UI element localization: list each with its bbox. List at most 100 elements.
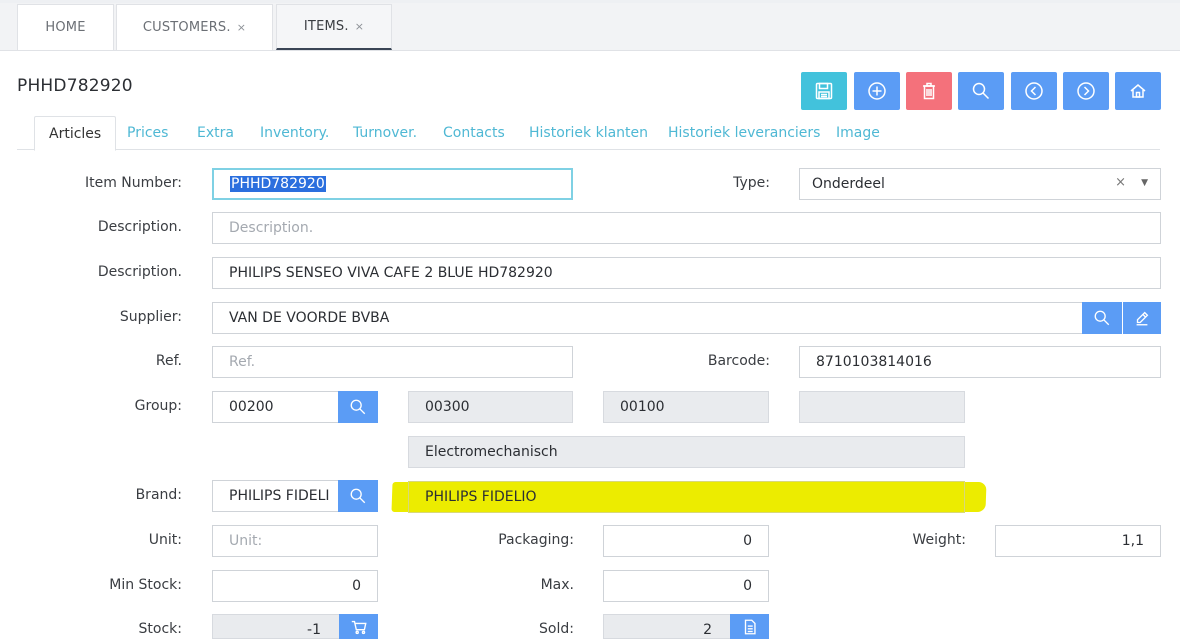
max-label: Max. — [540, 577, 574, 593]
brand-name-value: PHILIPS FIDELIO — [425, 489, 537, 505]
packaging-value: 0 — [743, 533, 752, 549]
tab-home[interactable]: HOME — [17, 4, 114, 50]
home-icon — [1130, 84, 1146, 98]
barcode-input[interactable]: 8710103814016 — [799, 346, 1161, 378]
weight-label: Weight: — [912, 532, 967, 548]
min-stock-input[interactable]: 0 — [212, 570, 378, 602]
sold-value: 2 — [703, 622, 712, 638]
edit-icon — [1136, 311, 1149, 326]
previous-icon — [1025, 82, 1043, 100]
group-name-value: Electromechanisch — [425, 444, 558, 460]
brand-input[interactable]: PHILIPS FIDELI — [212, 480, 339, 512]
min-stock-value: 0 — [352, 578, 361, 594]
weight-value: 1,1 — [1121, 533, 1144, 549]
unit-input[interactable]: Unit: — [212, 525, 378, 557]
unit-placeholder: Unit: — [229, 533, 263, 549]
description-2-input[interactable]: PHILIPS SENSEO VIVA CAFE 2 BLUE HD782920 — [212, 257, 1161, 289]
barcode-value: 8710103814016 — [816, 354, 932, 370]
tab-items-label: ITEMS. — [303, 19, 349, 34]
delete-icon — [923, 82, 935, 100]
ref-input[interactable]: Ref. — [212, 346, 573, 378]
supplier-input[interactable]: VAN DE VOORDE BVBA — [212, 302, 1083, 334]
tab-customers[interactable]: CUSTOMERS. × — [116, 4, 273, 50]
tab-extra[interactable]: Extra — [197, 116, 234, 150]
next-icon — [1077, 82, 1095, 100]
group-sub1-value: 00300 — [425, 399, 470, 415]
group-label: Group: — [134, 398, 182, 414]
tab-items[interactable]: ITEMS. × — [276, 4, 392, 50]
description-input[interactable]: Description. — [212, 212, 1161, 244]
tab-home-label: HOME — [45, 20, 86, 35]
tab-historiek-klanten[interactable]: Historiek klanten — [529, 116, 648, 150]
home-button[interactable] — [1115, 72, 1161, 110]
type-label: Type: — [733, 175, 770, 191]
ref-placeholder: Ref. — [229, 354, 256, 370]
tab-articles[interactable]: Articles — [34, 116, 117, 151]
add-button[interactable] — [854, 72, 900, 110]
type-value: Onderdeel — [812, 176, 885, 192]
group-value: 00200 — [229, 399, 274, 415]
brand-label: Brand: — [135, 487, 182, 503]
packaging-input[interactable]: 0 — [603, 525, 769, 557]
group-sub2-value: 00100 — [620, 399, 665, 415]
sold-document-button[interactable] — [730, 614, 769, 639]
save-button[interactable] — [801, 72, 847, 110]
description-2-value: PHILIPS SENSEO VIVA CAFE 2 BLUE HD782920 — [229, 265, 553, 281]
item-number-input[interactable]: PHHD782920 — [212, 168, 573, 200]
document-icon — [744, 619, 756, 634]
stock-field: -1 — [212, 614, 340, 639]
save-icon — [815, 82, 833, 100]
top-tab-bar: HOME CUSTOMERS. × ITEMS. × — [0, 0, 1180, 51]
description-placeholder: Description. — [229, 220, 314, 236]
max-input[interactable]: 0 — [603, 570, 769, 602]
group-sub3-field — [799, 391, 965, 423]
cart-icon — [351, 620, 367, 634]
close-icon[interactable]: × — [237, 21, 246, 34]
tab-contacts[interactable]: Contacts — [443, 116, 505, 150]
delete-button[interactable] — [906, 72, 952, 110]
search-icon — [1094, 310, 1110, 326]
clear-icon[interactable]: × — [1115, 175, 1126, 190]
unit-label: Unit: — [148, 532, 182, 548]
supplier-value: VAN DE VOORDE BVBA — [229, 310, 390, 326]
search-icon — [350, 488, 366, 504]
chevron-down-icon[interactable]: ▼ — [1141, 178, 1148, 188]
tab-turnover[interactable]: Turnover. — [353, 116, 417, 150]
packaging-label: Packaging: — [498, 532, 574, 548]
supplier-search-button[interactable] — [1082, 302, 1122, 334]
group-search-button[interactable] — [338, 391, 378, 423]
tab-prices[interactable]: Prices — [127, 116, 168, 150]
tab-customers-label: CUSTOMERS. — [142, 20, 231, 35]
weight-input[interactable]: 1,1 — [995, 525, 1161, 557]
tab-historiek-leveranciers[interactable]: Historiek leveranciers — [668, 116, 820, 150]
next-button[interactable] — [1063, 72, 1109, 110]
item-number-value: PHHD782920 — [230, 176, 326, 192]
stock-label: Stock: — [138, 621, 182, 637]
stock-value: -1 — [307, 622, 321, 638]
max-value: 0 — [743, 578, 752, 594]
sold-label: Sold: — [539, 621, 574, 637]
group-name-field: Electromechanisch — [408, 436, 965, 468]
supplier-edit-button[interactable] — [1123, 302, 1161, 334]
tab-inventory[interactable]: Inventory. — [260, 116, 329, 150]
description-label: Description. — [97, 219, 182, 235]
brand-name-field: PHILIPS FIDELIO — [408, 481, 965, 513]
min-stock-label: Min Stock: — [109, 577, 182, 593]
add-icon — [868, 82, 886, 100]
page-title: PHHD782920 — [17, 76, 133, 96]
sub-tab-bar: Articles Prices Extra Inventory. Turnove… — [17, 116, 1160, 151]
brand-search-button[interactable] — [338, 480, 378, 512]
group-sub1-field: 00300 — [408, 391, 573, 423]
tab-image[interactable]: Image — [836, 116, 880, 150]
supplier-label: Supplier: — [119, 309, 182, 325]
item-number-label: Item Number: — [84, 175, 182, 191]
barcode-label: Barcode: — [707, 353, 770, 369]
group-input[interactable]: 00200 — [212, 391, 339, 423]
search-button[interactable] — [958, 72, 1004, 110]
close-icon[interactable]: × — [355, 20, 364, 33]
type-select[interactable]: Onderdeel × ▼ — [799, 168, 1161, 200]
app-root: HOME CUSTOMERS. × ITEMS. × PHHD782920 Ar… — [0, 0, 1180, 639]
previous-button[interactable] — [1011, 72, 1057, 110]
ref-label: Ref. — [155, 353, 182, 369]
stock-cart-button[interactable] — [339, 614, 378, 639]
